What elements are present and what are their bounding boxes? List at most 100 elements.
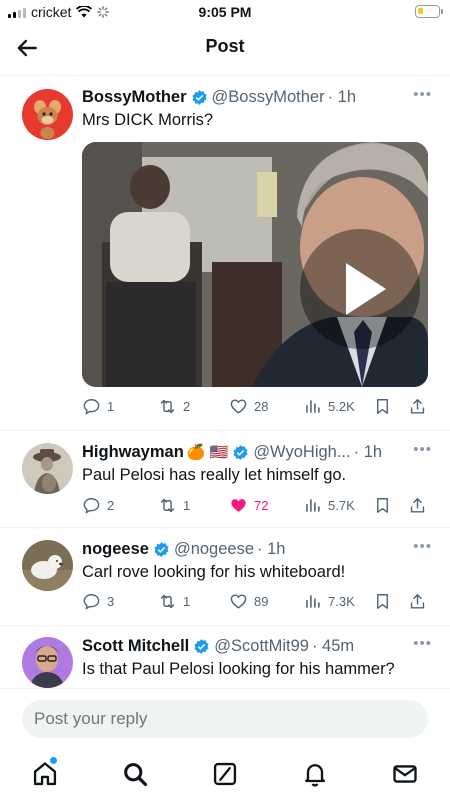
like-button[interactable]: 28 <box>229 397 268 416</box>
views-button[interactable]: 7.3K <box>303 592 355 611</box>
avatar[interactable] <box>22 89 73 140</box>
search-icon[interactable] <box>121 760 149 788</box>
post-actions: 3 1 89 7.3K <box>0 590 450 612</box>
views-button[interactable]: 5.7K <box>303 496 355 515</box>
post-time: · 1h <box>353 442 383 461</box>
share-icon <box>410 497 425 513</box>
like-count: 89 <box>254 593 269 609</box>
battery-icon <box>415 5 443 18</box>
author-handle: @nogeese <box>173 539 255 558</box>
video-player[interactable] <box>82 142 428 387</box>
bookmark-button[interactable] <box>373 592 392 611</box>
avatar[interactable] <box>22 637 73 688</box>
reply-post[interactable]: Highwayman 🍊 🇺🇸 @WyoHigh... · 1h ••• Pau… <box>0 431 450 528</box>
share-button[interactable] <box>408 397 427 416</box>
post-text: Is that Paul Pelosi looking for his hamm… <box>82 660 395 678</box>
author-name[interactable]: nogeese <box>82 540 149 559</box>
bottom-nav <box>0 748 450 800</box>
bookmark-icon <box>377 497 388 513</box>
reply-input[interactable] <box>22 700 428 738</box>
reply-button[interactable]: 2 <box>82 496 114 515</box>
grok-icon[interactable] <box>211 760 239 788</box>
messages-icon[interactable] <box>391 760 419 788</box>
home-icon[interactable] <box>31 760 59 788</box>
like-count: 72 <box>254 497 269 513</box>
author-name[interactable]: Highwayman <box>82 443 184 462</box>
repost-icon <box>160 498 175 512</box>
play-icon <box>346 263 386 315</box>
views-button[interactable]: 5.2K <box>303 397 355 416</box>
reply-button[interactable]: 1 <box>82 397 114 416</box>
page-title: Post <box>205 36 245 56</box>
author-name[interactable]: Scott Mitchell <box>82 637 189 656</box>
bookmark-icon <box>377 593 388 609</box>
top-bar: Post <box>0 26 450 76</box>
more-icon[interactable]: ••• <box>413 538 432 555</box>
repost-button[interactable]: 2 <box>158 397 190 416</box>
share-button[interactable] <box>408 592 427 611</box>
post-time: · 45m <box>311 636 355 655</box>
author-handle: @BossyMother <box>211 87 325 106</box>
post-text: Paul Pelosi has really let himself go. <box>82 466 347 484</box>
share-icon <box>410 398 425 414</box>
verified-badge-icon <box>233 444 248 460</box>
repost-icon <box>160 399 175 413</box>
post-text: Mrs DICK Morris? <box>82 111 214 129</box>
bookmark-button[interactable] <box>373 397 392 416</box>
repost-button[interactable]: 1 <box>158 496 190 515</box>
reply-button[interactable]: 3 <box>82 592 114 611</box>
name-emoji: 🍊 🇺🇸 <box>186 444 229 461</box>
views-icon <box>306 399 320 413</box>
post-actions: 1 2 28 5.2K <box>0 395 450 417</box>
reply-composer <box>0 688 450 748</box>
bookmark-icon <box>377 398 388 414</box>
reply-count: 2 <box>107 497 115 513</box>
verified-badge-icon <box>154 541 169 557</box>
status-bar: cricket 9:05 PM <box>0 0 450 26</box>
more-icon[interactable]: ••• <box>413 441 432 458</box>
reply-count: 3 <box>107 593 115 609</box>
play-button[interactable] <box>300 229 420 349</box>
verified-badge-icon <box>194 638 209 654</box>
views-count: 5.7K <box>328 497 355 513</box>
like-icon <box>231 498 246 512</box>
views-count: 5.2K <box>328 398 355 414</box>
main-post[interactable]: BossyMother @BossyMother · 1h ••• Mrs DI… <box>0 77 450 431</box>
like-icon <box>230 593 247 609</box>
clock: 9:05 PM <box>198 4 252 20</box>
views-icon <box>306 498 320 512</box>
more-icon[interactable]: ••• <box>413 86 432 103</box>
avatar[interactable] <box>22 540 73 591</box>
like-button[interactable]: 89 <box>229 592 268 611</box>
reply-post[interactable]: Scott Mitchell @ScottMit99 · 45m ••• Is … <box>0 626 450 688</box>
verified-badge-icon <box>192 89 207 105</box>
post-actions: 2 1 72 5.7K <box>0 494 450 516</box>
post-time: · 1h <box>327 87 357 106</box>
like-button[interactable]: 72 <box>229 496 268 515</box>
reply-icon <box>83 497 100 513</box>
bookmark-button[interactable] <box>373 496 392 515</box>
home-notification-dot <box>50 757 57 764</box>
notifications-icon[interactable] <box>301 760 329 788</box>
reply-icon <box>83 398 100 414</box>
views-icon <box>306 594 320 608</box>
repost-count: 1 <box>183 593 191 609</box>
author-handle: @WyoHigh... <box>253 442 351 461</box>
reply-count: 1 <box>107 398 115 414</box>
avatar[interactable] <box>22 443 73 494</box>
repost-count: 1 <box>183 497 191 513</box>
more-icon[interactable]: ••• <box>413 635 432 652</box>
post-text: Carl rove looking for his whiteboard! <box>82 563 346 581</box>
author-handle: @ScottMit99 <box>214 636 309 655</box>
views-count: 7.3K <box>328 593 355 609</box>
repost-button[interactable]: 1 <box>158 592 190 611</box>
like-icon <box>230 398 247 414</box>
reply-post[interactable]: nogeese @nogeese · 1h ••• Carl rove look… <box>0 528 450 626</box>
repost-count: 2 <box>183 398 191 414</box>
author-name[interactable]: BossyMother <box>82 88 187 107</box>
post-time: · 1h <box>257 539 286 558</box>
share-button[interactable] <box>408 496 427 515</box>
like-count: 28 <box>254 398 269 414</box>
reply-icon <box>83 593 100 609</box>
repost-icon <box>160 594 175 608</box>
